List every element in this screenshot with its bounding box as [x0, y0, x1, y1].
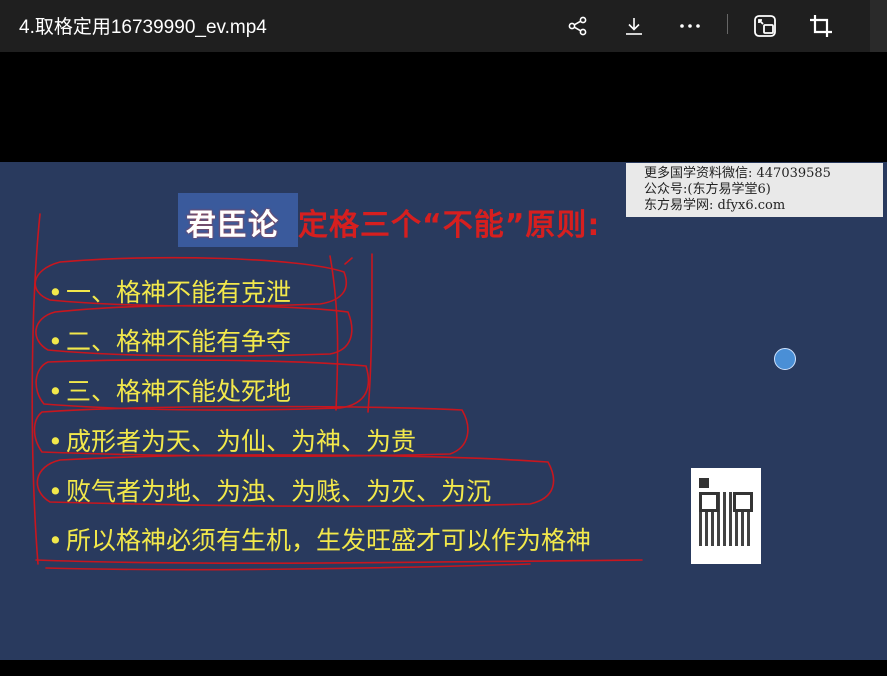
window-title: 4.取格定用16739990_ev.mp4 [19, 17, 267, 38]
picture-in-picture-icon [754, 15, 776, 37]
pointer-cursor-icon [774, 348, 796, 370]
crop-button[interactable] [803, 8, 839, 44]
window-edge [870, 0, 887, 52]
download-icon [626, 18, 642, 35]
video-bottom-bar [0, 660, 887, 676]
watermark-box: 更多国学资料微信: 447039585 公众号:(东方易学堂6) 东方易学网: … [626, 163, 883, 217]
qr-code-card [691, 468, 761, 564]
toolbar-separator [727, 14, 728, 34]
picture-in-picture-button[interactable] [747, 8, 783, 44]
watermark-line: 东方易学网: dfyx6.com [644, 198, 786, 213]
more-icon [680, 24, 700, 28]
video-frame-slide[interactable]: 君臣论 定格三个“不能”原则: • 一、格神不能有克泄 • 二、格神不能有争夺 • 三… [0, 162, 887, 660]
qr-code-icon [699, 492, 753, 546]
share-button[interactable] [560, 8, 596, 44]
qr-logo-icon [699, 478, 709, 488]
watermark-line: 公众号:(东方易学堂6) [644, 182, 771, 197]
crop-icon [810, 15, 832, 37]
red-ink-annotations [31, 213, 643, 571]
share-icon [568, 16, 587, 36]
download-button[interactable] [616, 8, 652, 44]
title-bar: 4.取格定用16739990_ev.mp4 [0, 0, 887, 52]
watermark-line: 更多国学资料微信: 447039585 [644, 166, 831, 181]
more-button[interactable] [672, 8, 708, 44]
